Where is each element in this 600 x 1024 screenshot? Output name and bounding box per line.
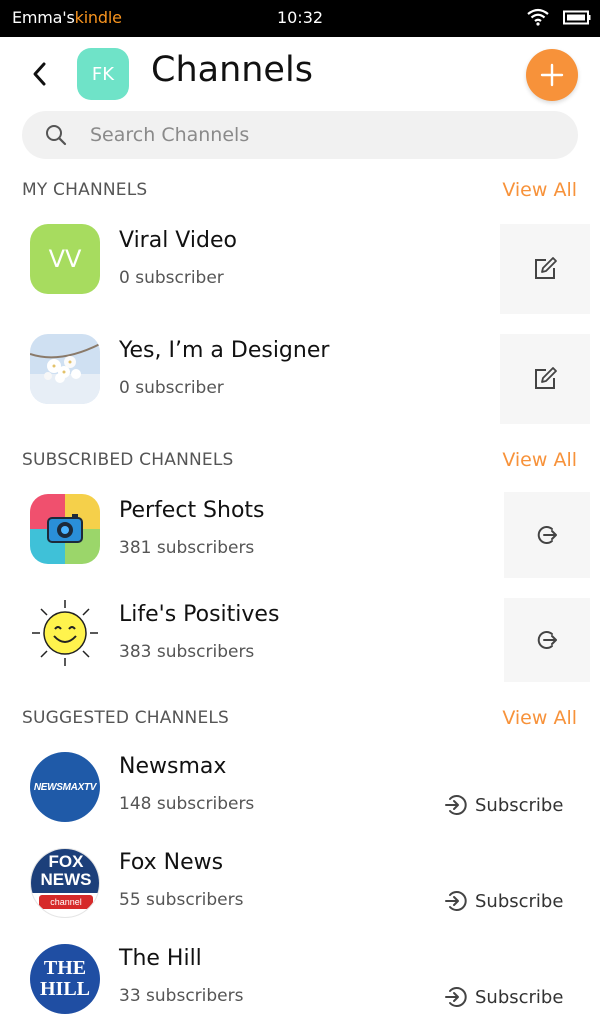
search-input[interactable] [90, 119, 550, 151]
the-hill-logo-text-2: HILL [39, 978, 91, 1000]
status-bar: Emma'skindle 10:32 [0, 0, 600, 37]
smiling-sun-logo [30, 598, 100, 668]
section-title-my-channels: MY CHANNELS [22, 180, 148, 200]
edit-icon [535, 367, 557, 389]
list-item[interactable]: VV Viral Video 0 subscriber [0, 224, 600, 316]
section-title-subscribed-channels: SUBSCRIBED CHANNELS [22, 450, 234, 470]
unsubscribe-icon [537, 631, 557, 649]
subscribe-icon [445, 987, 467, 1007]
fox-logo-text-1: FOX [48, 852, 84, 871]
section-title-suggested-channels: SUGGESTED CHANNELS [22, 708, 230, 728]
subscribe-label: Subscribe [475, 890, 564, 912]
subscribe-icon [445, 891, 467, 911]
subscribe-button[interactable]: Subscribe [443, 888, 563, 914]
battery-icon [563, 10, 591, 25]
search-bar[interactable] [22, 111, 578, 159]
channel-thumbnail [30, 494, 100, 564]
chevron-left-icon [33, 62, 46, 86]
subscriber-count: 0 subscriber [119, 378, 224, 398]
fox-logo-text-2: NEWS [40, 870, 92, 889]
channel-thumbnail [30, 598, 100, 668]
channel-thumbnail: NEWSMAXTV [30, 752, 100, 822]
subscribe-icon [445, 795, 467, 815]
channel-name: Yes, I’m a Designer [119, 338, 330, 363]
unsubscribe-icon [537, 526, 557, 544]
subscriber-count: 0 subscriber [119, 268, 224, 288]
subscriber-count: 55 subscribers [119, 890, 244, 910]
edit-icon [535, 257, 557, 279]
list-item[interactable]: NEWSMAXTV Newsmax 148 subscribers Subscr… [0, 752, 600, 832]
subscriber-count: 148 subscribers [119, 794, 255, 814]
user-avatar[interactable]: FK [77, 48, 129, 100]
back-button[interactable] [24, 58, 56, 90]
subscribe-button[interactable]: Subscribe [443, 984, 563, 1010]
clock: 10:32 [276, 8, 324, 27]
subscribe-label: Subscribe [475, 794, 564, 816]
subscriber-count: 33 subscribers [119, 986, 244, 1006]
camera-logo [30, 494, 100, 564]
channel-thumbnail: FOX NEWS channel [30, 848, 100, 918]
unsubscribe-button[interactable] [504, 598, 590, 682]
list-item[interactable]: FOX NEWS channel Fox News 55 subscribers… [0, 848, 600, 928]
search-icon [46, 125, 67, 146]
blossom-photo [30, 334, 100, 404]
view-all-suggested-channels[interactable]: View All [502, 707, 577, 729]
channel-thumbnail: THE HILL [30, 944, 100, 1014]
channel-name: The Hill [119, 946, 202, 971]
subscribe-label: Subscribe [475, 986, 564, 1008]
newsmax-logo-text: NEWSMAXTV [33, 781, 97, 793]
subscriber-count: 381 subscribers [119, 538, 255, 558]
channel-thumbnail [30, 334, 100, 404]
page-title: Channels [151, 50, 313, 90]
plus-icon [540, 63, 564, 87]
view-all-my-channels[interactable]: View All [502, 179, 577, 201]
wifi-icon [527, 8, 549, 26]
list-item[interactable]: Life's Positives 383 subscribers [0, 598, 600, 684]
channel-name: Viral Video [119, 228, 237, 253]
channel-name: Life's Positives [119, 602, 280, 627]
edit-channel-button[interactable] [500, 224, 590, 314]
channel-name: Fox News [119, 850, 224, 875]
channel-name: Perfect Shots [119, 498, 265, 523]
view-all-subscribed-channels[interactable]: View All [502, 449, 577, 471]
the-hill-logo-text-1: THE [43, 957, 87, 979]
list-item[interactable]: THE HILL The Hill 33 subscribers Subscri… [0, 944, 600, 1024]
subscribe-button[interactable]: Subscribe [443, 792, 563, 818]
channel-name: Newsmax [119, 754, 227, 779]
list-item[interactable]: Perfect Shots 381 subscribers [0, 492, 600, 580]
unsubscribe-button[interactable] [504, 492, 590, 578]
add-channel-button[interactable] [526, 49, 578, 101]
subscriber-count: 383 subscribers [119, 642, 255, 662]
channel-thumbnail: VV [30, 224, 100, 294]
fox-logo-text-3: channel [39, 895, 93, 909]
list-item[interactable]: Yes, I’m a Designer 0 subscriber [0, 334, 600, 426]
edit-channel-button[interactable] [500, 334, 590, 424]
